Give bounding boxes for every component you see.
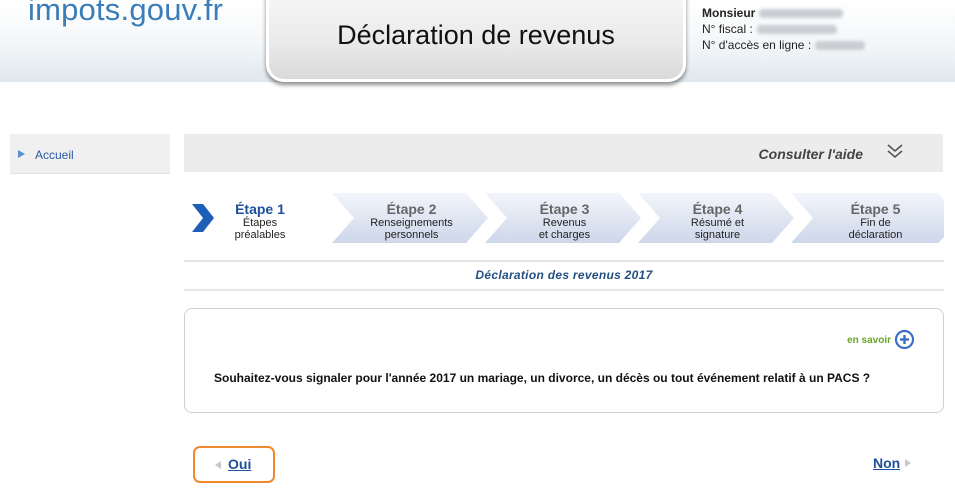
learn-more-link[interactable]: en savoir <box>847 335 891 346</box>
help-label[interactable]: Consulter l'aide <box>759 146 863 162</box>
yes-button[interactable]: Oui <box>193 446 275 483</box>
no-button[interactable]: Non <box>873 455 912 473</box>
arrow-left-icon <box>215 461 221 469</box>
page-title: Déclaration de revenus <box>337 20 615 50</box>
question-box: en savoir Souhaitez-vous signaler pour l… <box>184 308 944 413</box>
step-desc-line2: personnels <box>384 229 439 241</box>
step-desc-line1: Renseignements <box>370 217 453 229</box>
sidebar-item-accueil[interactable]: Accueil <box>18 148 74 162</box>
step-5: Étape 5 Fin de déclaration <box>813 193 938 243</box>
current-step-chevron-icon <box>192 204 214 232</box>
step-number: Étape 3 <box>539 201 590 217</box>
redacted-access-number <box>815 41 866 51</box>
step-desc-line2: préalables <box>234 229 286 241</box>
yes-button-label[interactable]: Oui <box>228 456 251 472</box>
step-desc-line1: Fin de <box>860 217 891 229</box>
sidebar: Accueil <box>10 134 170 174</box>
triangle-right-icon <box>18 150 25 158</box>
step-2: Étape 2 Renseignements personnels <box>354 193 469 243</box>
step-number: Étape 1 <box>235 201 285 217</box>
redacted-name <box>759 9 844 19</box>
arrow-right-icon <box>905 459 912 467</box>
step-number: Étape 2 <box>386 201 437 217</box>
step-desc-line1: Revenus <box>542 217 587 229</box>
plus-circle-icon[interactable] <box>894 329 915 350</box>
user-name-label: Monsieur <box>702 6 756 20</box>
access-number-label: N° d'accès en ligne : <box>702 38 812 52</box>
steps-progress: Étape 1 Étapes préalables Étape 2 Rensei… <box>184 193 944 243</box>
step-desc-line1: Étapes <box>242 217 278 229</box>
sidebar-item-label: Accueil <box>35 148 74 162</box>
site-logo[interactable]: impots.gouv.fr <box>28 0 223 28</box>
divider <box>184 289 944 291</box>
page: impots.gouv.fr Déclaration de revenus Mo… <box>0 0 955 499</box>
step-desc-line1: Résumé et <box>690 217 745 229</box>
step-number: Étape 5 <box>850 201 901 217</box>
step-number: Étape 4 <box>692 201 743 217</box>
redacted-fiscal-number <box>756 25 837 35</box>
page-title-tab: Déclaration de revenus <box>266 0 686 82</box>
step-4: Étape 4 Résumé et signature <box>660 193 775 243</box>
divider <box>184 260 944 262</box>
step-desc-line2: et charges <box>538 229 591 241</box>
help-bar[interactable]: Consulter l'aide <box>184 134 943 172</box>
user-info: Monsieur N° fiscal : N° d'accès en ligne… <box>702 5 866 53</box>
no-button-label[interactable]: Non <box>873 455 900 471</box>
step-3: Étape 3 Revenus et charges <box>507 193 622 243</box>
double-chevron-down-icon[interactable] <box>885 142 905 162</box>
step-desc-line2: déclaration <box>848 229 903 241</box>
step-desc-line2: signature <box>694 229 741 241</box>
step-1: Étape 1 Étapes préalables <box>220 193 300 243</box>
question-text: Souhaitez-vous signaler pour l'année 201… <box>214 371 871 385</box>
fiscal-number-label: N° fiscal : <box>702 22 753 36</box>
section-title: Déclaration des revenus 2017 <box>475 268 653 282</box>
